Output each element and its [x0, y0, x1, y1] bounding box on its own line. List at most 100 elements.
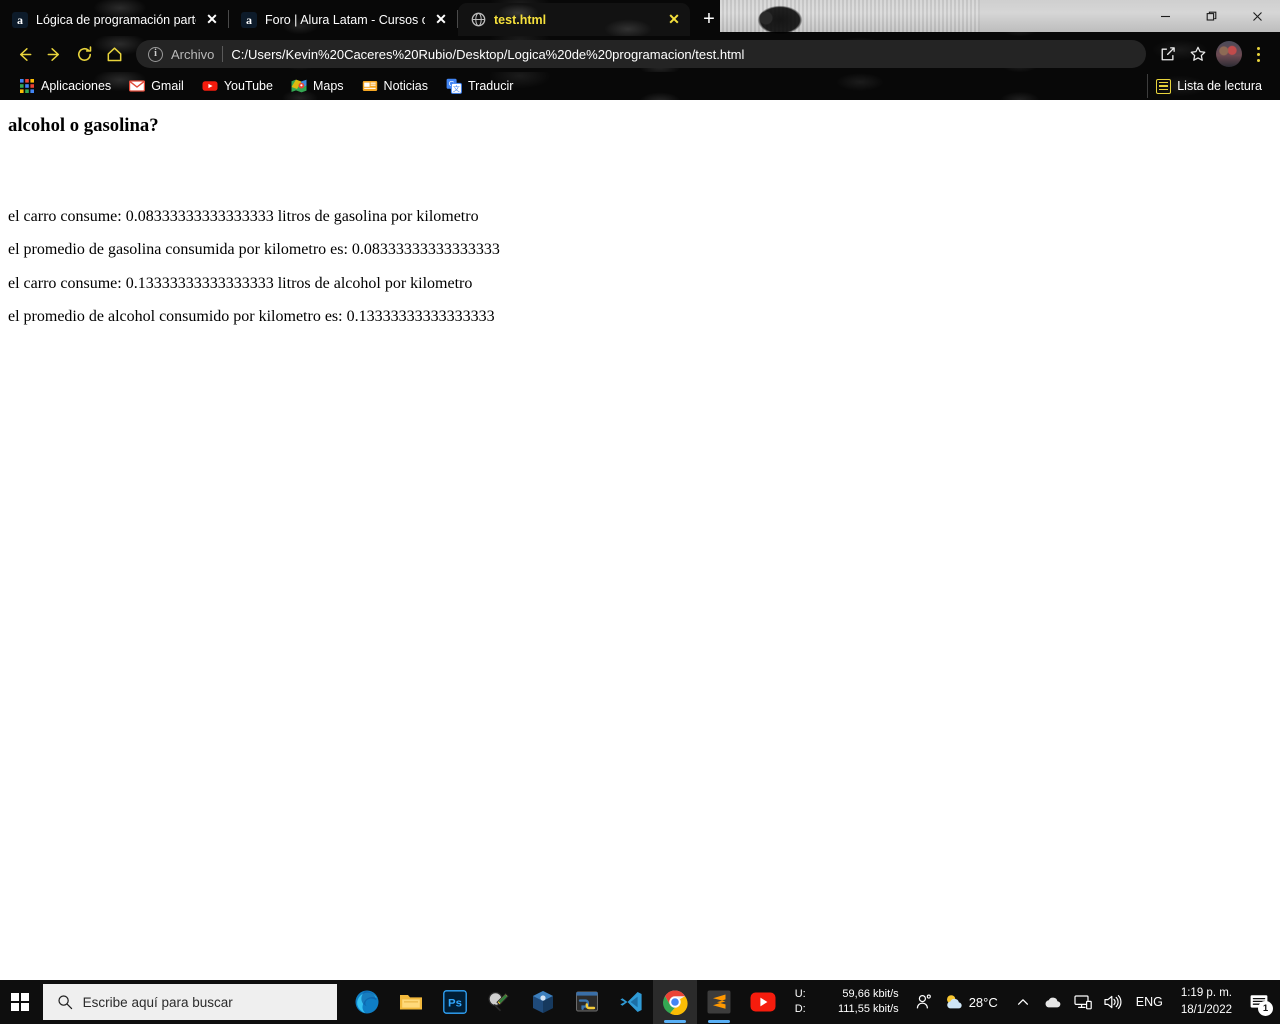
minimize-button[interactable]	[1142, 0, 1188, 32]
star-icon[interactable]	[1184, 40, 1212, 68]
onedrive-icon[interactable]	[1038, 980, 1068, 1024]
tab-test-html[interactable]: test.html ✕	[458, 3, 690, 36]
tab-title: Lógica de programación parte 1:	[36, 12, 196, 27]
window-controls	[1142, 0, 1280, 32]
tab-close-icon[interactable]: ✕	[666, 11, 682, 28]
taskbar-app-file-explorer[interactable]	[389, 980, 433, 1024]
maximize-restore-button[interactable]	[1188, 0, 1234, 32]
download-value: 111,55 kbit/s	[837, 1003, 899, 1015]
bookmark-traducir[interactable]: G 文 Traducir	[437, 74, 522, 98]
taskbar-app-visual-studio-code[interactable]	[609, 980, 653, 1024]
page-viewport: alcohol o gasolina? el carro consume: 0.…	[0, 100, 1280, 980]
address-bar[interactable]: i Archivo C:/Users/Kevin%20Caceres%20Rub…	[136, 40, 1146, 68]
youtube-icon	[202, 78, 218, 94]
speaker-icon[interactable]	[1098, 980, 1128, 1024]
upload-label: U:	[794, 988, 806, 1001]
title-bar-drag-region[interactable]	[720, 0, 1280, 32]
reload-icon[interactable]	[70, 40, 98, 68]
maps-icon	[291, 78, 307, 94]
start-button[interactable]	[0, 980, 41, 1024]
home-icon[interactable]	[100, 40, 128, 68]
output-line-alcohol-consumo: el carro consume: 0.13333333333333333 li…	[8, 274, 473, 292]
bookmark-youtube[interactable]: YouTube	[193, 74, 282, 98]
forward-arrow-icon[interactable]	[40, 40, 68, 68]
bookmark-label: Maps	[312, 79, 344, 93]
taskbar-app-photoshop[interactable]: Ps	[433, 980, 477, 1024]
reading-list-label: Lista de lectura	[1177, 79, 1262, 93]
taskbar-app-microsoft-edge[interactable]	[345, 980, 389, 1024]
system-tray: U: 59,66 kbit/s D: 111,55 kbit/s 28°C EN…	[785, 980, 1280, 1024]
clock-time: 1:19 p. m.	[1180, 987, 1232, 1000]
news-icon	[362, 78, 378, 94]
taskbar-active-indicator	[663, 1020, 686, 1023]
bookmarks-bar: Aplicaciones Gmail YouTube Maps Noticias…	[0, 72, 1280, 100]
tab-title: test.html	[494, 12, 547, 27]
share-icon[interactable]	[1154, 40, 1182, 68]
bookmark-label: Noticias	[383, 79, 429, 93]
tab-logica-de-programacion[interactable]: a Lógica de programación parte 1: ✕	[0, 3, 228, 36]
weather-temperature[interactable]: 28°C	[969, 995, 1008, 1010]
bookmark-aplicaciones[interactable]: Aplicaciones	[10, 74, 120, 98]
alura-icon: a	[12, 11, 28, 28]
address-divider	[222, 46, 224, 62]
tab-foro-alura-latam[interactable]: a Foro | Alura Latam - Cursos onlin ✕	[229, 3, 457, 36]
bookmark-label: Gmail	[151, 79, 184, 93]
network-monitor-icon[interactable]	[1068, 980, 1098, 1024]
back-arrow-icon[interactable]	[10, 40, 38, 68]
download-row: D: 111,55 kbit/s	[795, 1002, 899, 1017]
globe-icon	[470, 12, 486, 28]
apps-grid-icon	[19, 78, 35, 94]
tab-close-icon[interactable]: ✕	[433, 11, 449, 28]
taskbar-app-brush-tool[interactable]	[477, 980, 521, 1024]
windows-logo-icon	[11, 993, 30, 1011]
close-button[interactable]	[1234, 0, 1280, 32]
taskbar-app-youtube[interactable]	[741, 980, 785, 1024]
svg-text:文: 文	[453, 84, 460, 93]
taskbar-app-sublime-text[interactable]	[697, 980, 741, 1024]
language-indicator[interactable]: ENG	[1128, 995, 1171, 1009]
bookmark-label: YouTube	[223, 79, 273, 93]
chevron-up-icon[interactable]	[1008, 980, 1038, 1024]
clock-date: 18/1/2022	[1180, 1004, 1232, 1016]
upload-value: 59,66 kbit/s	[842, 988, 899, 1001]
taskbar-app-google-chrome[interactable]	[652, 980, 697, 1024]
partly-cloudy-icon[interactable]	[939, 980, 969, 1024]
windows-taskbar: Escribe aquí para buscar Ps U: 59,66 kbi…	[0, 980, 1280, 1024]
taskbar-app-virtualbox[interactable]	[521, 980, 565, 1024]
reading-list-icon	[1156, 78, 1172, 94]
bookmark-noticias[interactable]: Noticias	[353, 74, 437, 98]
browser-toolbar: i Archivo C:/Users/Kevin%20Caceres%20Rub…	[0, 36, 1280, 72]
clock[interactable]: 1:19 p. m. 18/1/2022	[1171, 985, 1242, 1018]
search-placeholder: Escribe aquí para buscar	[82, 994, 233, 1010]
page-title: alcohol o gasolina?	[8, 115, 159, 136]
bookmark-gmail[interactable]: Gmail	[120, 74, 193, 98]
info-circle-icon[interactable]: i	[148, 46, 163, 62]
gmail-icon	[129, 78, 146, 94]
tab-close-icon[interactable]: ✕	[204, 11, 220, 28]
notification-count-badge: 1	[1258, 1001, 1273, 1016]
output-line-gasolina-consumo: el carro consume: 0.08333333333333333 li…	[8, 207, 479, 225]
bookmark-label: Aplicaciones	[41, 79, 112, 93]
bookmark-label: Traducir	[468, 79, 514, 93]
kebab-menu-icon[interactable]	[1246, 40, 1270, 68]
avatar[interactable]	[1216, 41, 1242, 67]
reading-list-button[interactable]: Lista de lectura	[1147, 74, 1270, 98]
svg-text:Ps: Ps	[448, 997, 462, 1009]
search-icon	[57, 994, 73, 1010]
address-url-text[interactable]: C:/Users/Kevin%20Caceres%20Rubio/Desktop…	[231, 47, 1134, 62]
toolbar-right-actions	[1154, 40, 1270, 68]
tabs-area: a Lógica de programación parte 1: ✕ a Fo…	[0, 0, 724, 36]
page-content: alcohol o gasolina? el carro consume: 0.…	[0, 100, 1280, 350]
address-scheme-label: Archivo	[171, 46, 215, 62]
network-speed-indicator[interactable]: U: 59,66 kbit/s D: 111,55 kbit/s	[785, 987, 909, 1017]
output-line-alcohol-promedio: el promedio de alcohol consumido por kil…	[8, 308, 495, 326]
tab-strip: a Lógica de programación parte 1: ✕ a Fo…	[0, 0, 1280, 38]
bookmark-maps[interactable]: Maps	[282, 74, 353, 98]
taskbar-search-input[interactable]: Escribe aquí para buscar	[42, 984, 337, 1020]
people-icon[interactable]	[909, 980, 939, 1024]
output-line-gasolina-promedio: el promedio de gasolina consumida por ki…	[8, 241, 500, 259]
upload-row: U: 59,66 kbit/s	[795, 987, 899, 1002]
tab-title: Foro | Alura Latam - Cursos onlin	[265, 12, 425, 27]
taskbar-app-python-idle[interactable]	[565, 980, 609, 1024]
notification-icon[interactable]: 1	[1242, 980, 1276, 1024]
